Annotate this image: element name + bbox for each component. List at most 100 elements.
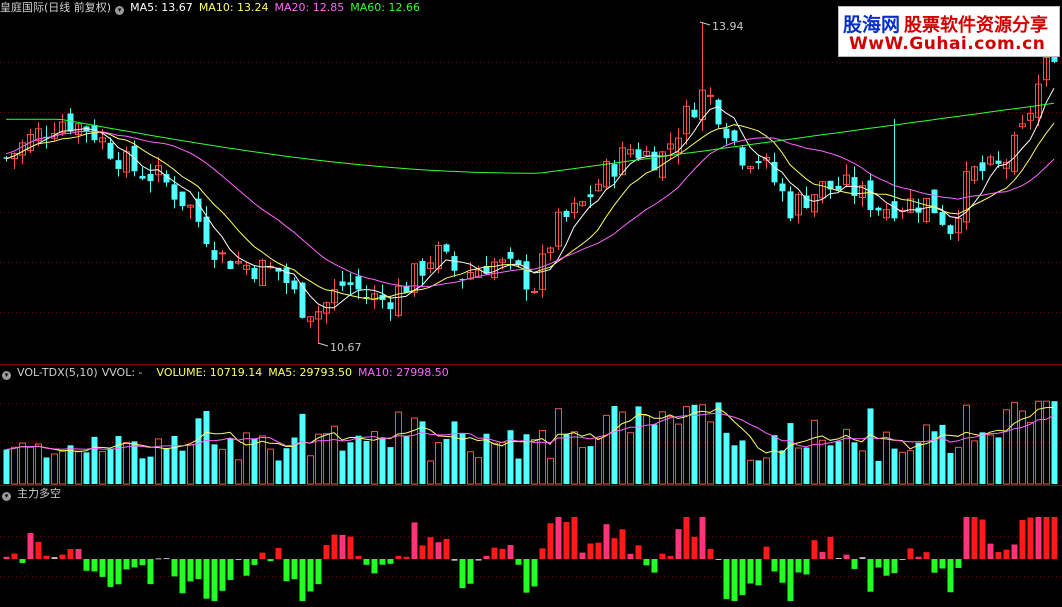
volume-bar: [891, 448, 898, 484]
candle-body: [947, 225, 954, 234]
volume-bar: [379, 438, 386, 484]
candle-body: [163, 174, 170, 183]
power-bar: [307, 559, 314, 592]
volume-bar: [475, 457, 482, 485]
candle-body: [115, 160, 122, 169]
power-bar: [1019, 520, 1026, 559]
power-bar: [35, 541, 42, 559]
power-bar: [987, 543, 994, 559]
power-bar: [859, 557, 866, 559]
power-bar: [163, 558, 170, 560]
power-bar: [411, 522, 418, 559]
candle-body: [875, 207, 882, 211]
power-bar: [739, 559, 746, 596]
power-bar: [59, 554, 66, 559]
power-bar: [363, 559, 370, 565]
volume-bar: [747, 459, 754, 485]
ma20-readout: MA20: 12.85: [274, 1, 345, 14]
candle-body: [611, 164, 618, 177]
candle-body: [979, 162, 986, 172]
chevron-down-icon[interactable]: ▾: [2, 371, 11, 380]
volume-bar: [867, 408, 874, 484]
volume-bar: [939, 424, 946, 484]
candle-body: [219, 252, 226, 255]
volume-bar: [3, 449, 10, 484]
candle-body: [995, 160, 1002, 164]
candle-body: [779, 183, 786, 192]
volume-bar: [691, 404, 698, 484]
power-bar: [43, 555, 50, 559]
volume-bar: [795, 447, 802, 485]
volume-bar: [531, 439, 538, 485]
candle-body: [635, 149, 642, 159]
candle-body: [179, 191, 186, 207]
candle-body: [347, 282, 354, 285]
volume-bar: [259, 435, 266, 485]
candle-body: [147, 173, 154, 182]
power-bar: [51, 557, 58, 559]
power-bar: [955, 559, 962, 568]
power-bar: [235, 559, 242, 561]
power-bar: [355, 555, 362, 559]
low-price-label: 10.67: [330, 341, 362, 354]
power-bar: [963, 517, 970, 559]
power-bar: [371, 559, 378, 574]
kline-chart-canvas[interactable]: 13.94 10.67: [0, 0, 1062, 607]
stock-chart-window: 13.94 10.67 皇庭国际(日线 前复权) ▾ MA5: 13.67 MA10: …: [0, 0, 1062, 607]
chevron-down-icon[interactable]: ▾: [115, 6, 125, 15]
volume-bar: [955, 446, 962, 485]
power-bar: [667, 555, 674, 559]
power-bar: [195, 559, 202, 580]
price-panel-header: 皇庭国际(日线 前复权) ▾ MA5: 13.67 MA10: 13.24 MA20: …: [0, 0, 426, 16]
power-bar: [819, 551, 826, 559]
volume-bar: [819, 439, 826, 485]
power-bar: [499, 548, 506, 559]
volume-bar: [83, 452, 90, 484]
volume-bar: [1011, 401, 1018, 485]
stock-title: 皇庭国际(日线 前复权): [0, 1, 112, 14]
volume-bar: [299, 413, 306, 484]
candle-body: [723, 128, 730, 139]
high-price-label: 13.94: [712, 20, 744, 33]
power-bar: [755, 559, 762, 586]
volume-bar: [515, 458, 522, 484]
chevron-down-icon[interactable]: ▾: [2, 492, 11, 501]
low-marker-arrow: [317, 342, 329, 347]
power-bar: [155, 558, 162, 560]
volume-bar: [459, 433, 466, 484]
watermark-url: WwW.Guhai.com.cn: [849, 34, 1046, 54]
power-bar: [539, 548, 546, 559]
candle-body: [67, 113, 74, 132]
volume-bar: [387, 447, 394, 484]
volume-bar: [827, 445, 834, 484]
candle-body: [443, 244, 450, 252]
volume-bar: [603, 414, 610, 485]
watermark-tagline: 股票软件资源分享: [904, 15, 1049, 36]
volume-bar: [163, 448, 170, 484]
vol-ma10-line: [5, 412, 1055, 451]
volume-bar: [419, 421, 426, 484]
power-bar: [587, 543, 594, 559]
power-bar: [635, 545, 642, 559]
volume-bar: [219, 448, 226, 485]
power-bar: [611, 538, 618, 559]
candle-body: [867, 180, 874, 211]
volume-bar: [171, 435, 178, 484]
power-bar: [147, 559, 154, 585]
power-panel-header: ▾ 主力多空: [0, 486, 67, 502]
power-bar: [123, 559, 130, 570]
volume-bar: [843, 428, 850, 485]
candle-body: [107, 142, 114, 159]
candle-body: [507, 251, 514, 259]
power-bar: [1027, 517, 1034, 559]
volume-bar: [699, 404, 706, 485]
volume-bar: [787, 423, 794, 484]
power-bar: [947, 559, 954, 593]
candle-body: [739, 147, 746, 166]
power-bar: [731, 559, 738, 601]
volume-panel-header: ▾ VOL-TDX(5,10) VVOL: - VOLUME: 10719.14 MA5…: [0, 365, 455, 381]
volume-bar: [507, 430, 514, 484]
volume-bar: [11, 446, 18, 485]
power-bar: [675, 529, 682, 559]
power-bar: [803, 559, 810, 575]
